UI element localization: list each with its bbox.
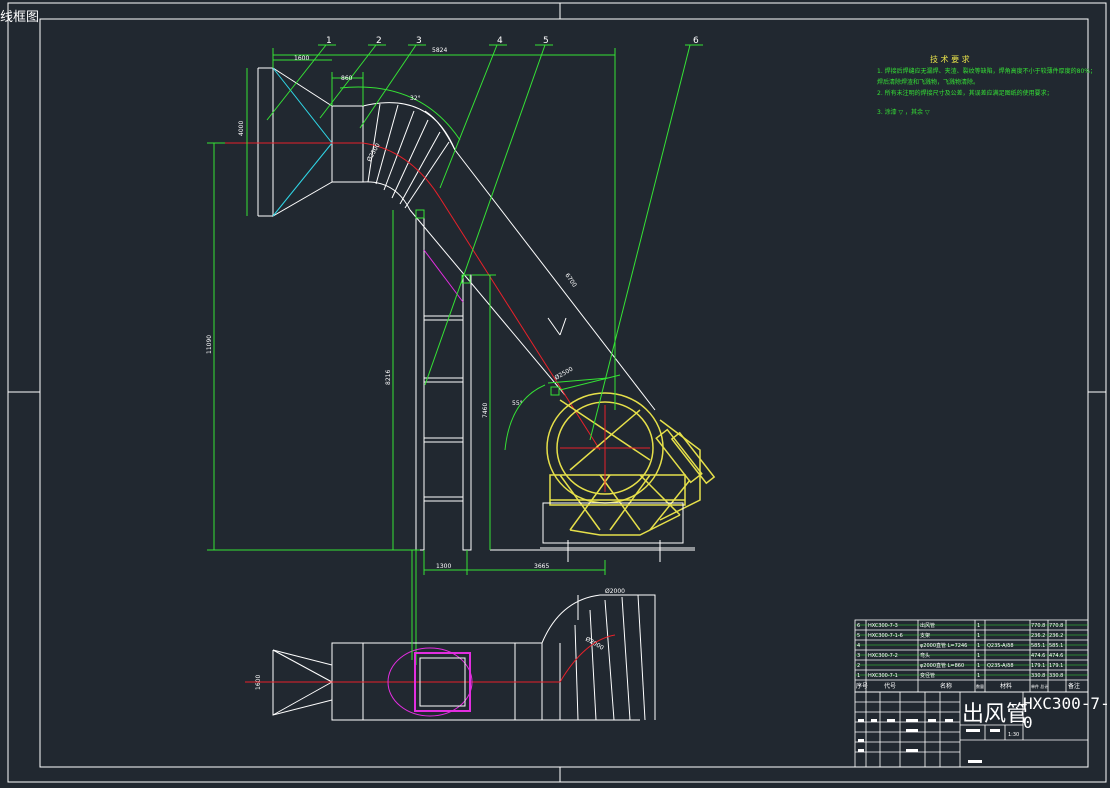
bom-cell-w1: 179.1 [1031, 663, 1045, 669]
elbow-pipe [362, 102, 456, 211]
title-scale: 1:30 [1008, 732, 1019, 738]
bom-cell-qty: 1 [977, 633, 980, 639]
bom-headers: 序号 代号 名称 数量 材料 单件 总计 备注 [856, 682, 1080, 690]
dim-elbow-dia: Ø2500 [366, 142, 382, 163]
dim-plan-dia: Ø2000 [605, 588, 625, 595]
bom-cell-name: 弯头 [920, 652, 930, 659]
bom-header-material: 材料 [1000, 682, 1012, 690]
view-label[interactable]: 线框图 [0, 6, 39, 25]
callout-6: 6 [693, 36, 699, 46]
dim-inlet-height: 4000 [238, 121, 245, 136]
elevation-view [225, 67, 716, 562]
bom-cell-w1: 236.2 [1031, 633, 1045, 639]
drawing-svg: 1 2 3 4 5 6 5824 1600 860 32° 4000 Ø2500… [7, 2, 1107, 783]
support-frame [415, 209, 472, 551]
bom-cell-name: 变径管 [920, 672, 935, 679]
bom-cell-qty: 1 [977, 673, 980, 679]
bom-cell-name: φ2000直管 L=860 [920, 662, 964, 669]
reducer-pipe [257, 67, 364, 217]
dim-reducer-len: 860 [341, 75, 353, 82]
dim-top-width: 5824 [432, 47, 447, 54]
bom-header-no: 序号 [856, 682, 868, 690]
cad-canvas[interactable]: 1 2 3 4 5 6 5824 1600 860 32° 4000 Ø2500… [0, 0, 1110, 784]
bom-cell-qty: 1 [977, 653, 980, 659]
bom-cell-qty: 1 [977, 643, 980, 649]
callout-5: 5 [543, 36, 549, 46]
bom-cell-w2: 330.8 [1049, 673, 1063, 679]
bom-cell-no: 6 [857, 623, 860, 629]
inlet-cone-lines [272, 67, 333, 217]
bom-cell-w1: 330.8 [1031, 673, 1045, 679]
bom-cell-name: 支架 [920, 632, 930, 639]
bom-header-code: 代号 [884, 682, 896, 690]
notes-line-2: 焊后清除焊渣和飞溅物，飞溅物清除。 [877, 78, 979, 86]
bom-cell-material: Q235-A/δ8 [987, 643, 1014, 649]
bom-cell-code: HXC300-7-1-6 [868, 633, 903, 639]
fan-center [560, 405, 650, 492]
bom-header-qty: 数量 [976, 683, 984, 689]
bom-cell-no: 3 [857, 653, 860, 659]
notes-line-3: 2. 所有未注明的焊接尺寸及公差，其误差应满足图纸的使用要求； [877, 89, 1053, 97]
fan-base [540, 502, 695, 562]
bom-cell-no: 5 [857, 633, 860, 639]
dim-support-height-2: 7460 [482, 403, 489, 418]
bom-cell-w1: 474.6 [1031, 653, 1045, 659]
bom-cell-w1: 585.1 [1031, 643, 1045, 649]
fan-housing [546, 392, 716, 536]
bom-cell-name: φ2000直管 L=7246 [920, 642, 967, 649]
bom-cell-no: 1 [857, 673, 860, 679]
callout-3: 3 [416, 36, 422, 46]
dim-total-height: 11090 [206, 335, 213, 354]
bom-header-note: 备注 [1068, 682, 1080, 690]
bom-header-name: 名称 [940, 682, 952, 690]
dim-elbow-angle: 32° [410, 95, 421, 102]
technical-notes: 技 术 要 求 1. 焊接后焊缝应无漏焊、夹渣、裂纹等缺陷，焊角高度不小于较薄件… [877, 54, 1096, 116]
dim-duct-len: 6700 [563, 272, 578, 289]
drawing-number: HXC300-7-0 [1023, 694, 1110, 732]
center-line [225, 142, 601, 451]
bom-cell-w1: 770.8 [1031, 623, 1045, 629]
dim-leg-offset: 3665 [534, 563, 549, 570]
bom-cell-qty: 1 [977, 623, 980, 629]
bom-cell-w2: 770.8 [1049, 623, 1063, 629]
bom-cell-no: 4 [857, 643, 860, 649]
bom-header-weight: 单件 总计 [1031, 683, 1048, 689]
notes-title: 技 术 要 求 [930, 54, 970, 64]
dim-plan-elbow: Ø2000 [584, 636, 605, 652]
bom-cell-no: 2 [857, 663, 860, 669]
bom-cell-name: 出风管 [920, 622, 935, 629]
notes-line-4: 3. 涂漆 ▽ ，其余 ▽ [877, 108, 930, 116]
dim-flange-dia: Ø2500 [554, 366, 575, 382]
bom-cell-material: Q235-A/δ8 [987, 663, 1014, 669]
bom-cell-code: HXC300-7-3 [868, 623, 898, 629]
bom-cell-code: HXC300-7-1 [868, 673, 898, 679]
notes-line-1: 1. 焊接后焊缝应无漏焊、夹渣、裂纹等缺陷，焊角高度不小于较薄件厚度的80%； [877, 67, 1096, 75]
bom-cell-code: HXC300-7-2 [868, 653, 898, 659]
dim-inlet-width: 1600 [294, 55, 309, 62]
bom-cell-w2: 474.6 [1049, 653, 1063, 659]
bom-cell-w2: 236.2 [1049, 633, 1063, 639]
dimension-lines [207, 48, 621, 665]
callout-2: 2 [376, 36, 382, 46]
callout-1: 1 [326, 36, 332, 46]
dim-support-height: 8216 [385, 370, 392, 385]
bom-cell-qty: 1 [977, 663, 980, 669]
drawing-title: 出风管 [962, 702, 1029, 727]
dim-leg-spacing: 1300 [436, 563, 451, 570]
bom-rows: 6 HXC300-7-3 出风管 1 770.8 770.8 5 HXC300-7-1-6 支架… [857, 622, 1063, 679]
callout-4: 4 [497, 36, 503, 46]
bom-cell-w2: 179.1 [1049, 663, 1063, 669]
bom-cell-w2: 585.1 [1049, 643, 1063, 649]
dim-incline-angle: 55° [512, 400, 523, 407]
